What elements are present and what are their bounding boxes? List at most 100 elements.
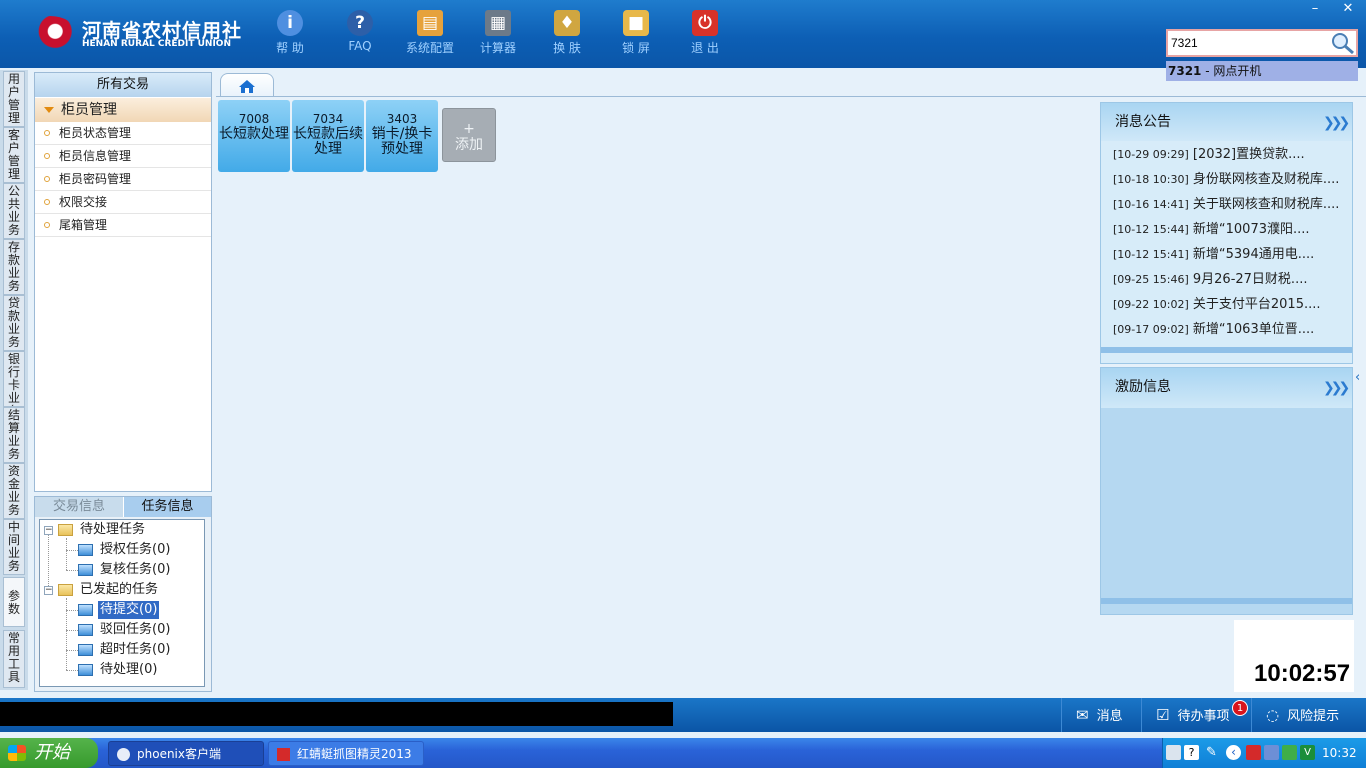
tab-transaction-info[interactable]: 交易信息 (35, 497, 123, 517)
help-icon[interactable]: ? (1184, 745, 1199, 760)
collapse-toggle-icon[interactable]: − (44, 526, 53, 535)
tray-app-icon[interactable] (1246, 745, 1261, 760)
reward-panel: 激励信息 ❯❯❯ (1100, 367, 1353, 615)
transaction-menu-panel: 所有交易 柜员管理 柜员状态管理 柜员信息管理 柜员密码管理 权限交接 尾箱管理 (34, 72, 212, 492)
close-button[interactable]: ✕ (1333, 0, 1363, 18)
notice-panel-header: 消息公告 (1101, 103, 1352, 141)
vtab-intermediary-business[interactable]: 中间业务 (3, 519, 25, 575)
vtab-user-management[interactable]: 用户管理 (3, 71, 25, 127)
help-button[interactable]: i 帮 助 (260, 8, 320, 64)
quick-tile-3403[interactable]: 3403 销卡/换卡预处理 (366, 100, 438, 172)
windows-logo-icon (8, 745, 26, 761)
tree-node-pending-tasks[interactable]: 待处理任务 (58, 521, 147, 539)
minimize-button[interactable]: – (1300, 0, 1330, 18)
bullet-icon (44, 176, 50, 182)
notice-item[interactable]: [09-25 15:46] 9月26-27日财税.... (1113, 270, 1351, 290)
vtab-public-business[interactable]: 公共业务 (3, 183, 25, 239)
notice-item[interactable]: [10-29 09:29] [2032]置换贷款.... (1113, 145, 1351, 165)
menu-item-teller-info[interactable]: 柜员信息管理 (35, 145, 211, 168)
tree-node-review-tasks[interactable]: 复核任务(0) (78, 561, 172, 579)
shirt-icon: ♦ (554, 10, 580, 36)
quick-tile-7008[interactable]: 7008 长短款处理 (218, 100, 290, 172)
taskbar-item-phoenix[interactable]: phoenix客户端 (108, 741, 264, 766)
faq-button[interactable]: ? FAQ (330, 8, 390, 64)
quick-tile-7034[interactable]: 7034 长短款后续处理 (292, 100, 364, 172)
add-tile-button[interactable]: + 添加 (442, 108, 496, 162)
change-skin-button[interactable]: ♦ 换 肤 (537, 8, 597, 64)
expand-tray-icon[interactable]: ‹ (1226, 745, 1241, 760)
checkbox-icon: ☑ (1156, 706, 1170, 724)
vtab-deposit-business[interactable]: 存款业务 (3, 239, 25, 295)
calculator-button[interactable]: ▦ 计算器 (468, 8, 528, 64)
task-icon (78, 544, 93, 556)
system-config-button[interactable]: ▤ 系统配置 (400, 8, 460, 64)
search-suggestion[interactable]: 7321 - 网点开机 (1166, 61, 1358, 81)
toolbox-icon: ▤ (417, 10, 443, 36)
home-tab[interactable] (220, 73, 274, 97)
more-chevron-icon[interactable]: ❯❯❯ (1323, 115, 1350, 131)
app-header: 河南省农村信用社 HENAN RURAL CREDIT UNION i 帮 助 … (0, 0, 1366, 68)
menu-item-teller-status[interactable]: 柜员状态管理 (35, 122, 211, 145)
antivirus-icon[interactable]: V (1300, 745, 1315, 760)
menu-group-teller-management[interactable]: 柜员管理 (35, 98, 211, 122)
tree-node-rejected-tasks[interactable]: 驳回任务(0) (78, 621, 172, 639)
faq-icon: ? (347, 10, 373, 36)
logo-mark-icon (24, 16, 76, 50)
tile-code: 7008 (238, 112, 270, 126)
suggestion-text: - 网点开机 (1201, 64, 1262, 78)
tab-task-info[interactable]: 任务信息 (123, 497, 211, 517)
tree-node-initiated-tasks[interactable]: 已发起的任务 (58, 581, 160, 599)
more-chevron-icon[interactable]: ❯❯❯ (1323, 380, 1350, 396)
expand-arrow-icon (44, 107, 54, 113)
vtab-loan-business[interactable]: 贷款业务 (3, 295, 25, 351)
menu-item-tail-box[interactable]: 尾箱管理 (35, 214, 211, 237)
vtab-card-business[interactable]: 银行卡业务 (3, 351, 25, 407)
bullet-icon (44, 130, 50, 136)
app-icon (117, 748, 130, 761)
messages-button[interactable]: ✉ 消息 (1061, 698, 1141, 732)
notice-item[interactable]: [10-12 15:44] 新增“10073濮阳.... (1113, 220, 1351, 240)
task-icon (78, 644, 93, 656)
vtab-fund-business[interactable]: 资金业务 (3, 463, 25, 519)
taskbar-clock[interactable]: 10:32 (1322, 738, 1357, 768)
app-icon (277, 748, 290, 761)
tree-node-to-process[interactable]: 待处理(0) (78, 661, 159, 679)
tree-node-auth-tasks[interactable]: 授权任务(0) (78, 541, 172, 559)
bullet-icon (44, 222, 50, 228)
collapse-toggle-icon[interactable]: − (44, 586, 53, 595)
notice-item[interactable]: [10-18 10:30] 身份联网核查及财税库.... (1113, 170, 1351, 190)
vtab-customer-management[interactable]: 客户管理 (3, 127, 25, 183)
task-panel: 交易信息 任务信息 − − 待处理任务 授权任务(0) 复核任务(0) 已发起的… (34, 496, 212, 692)
reward-panel-header: 激励信息 (1101, 368, 1352, 408)
todo-count-badge: 1 (1232, 700, 1248, 716)
lock-screen-button[interactable]: ■ 锁 屏 (606, 8, 666, 64)
exit-button[interactable]: ⏻ 退 出 (675, 8, 735, 64)
vtab-parameters[interactable]: 参数 (3, 577, 25, 627)
notice-item[interactable]: [10-16 14:41] 关于联网核查和财税库.... (1113, 195, 1351, 215)
risk-alert-button[interactable]: ◌ 风险提示 (1251, 698, 1366, 732)
pen-icon[interactable]: ✎ (1204, 745, 1219, 760)
task-icon (78, 564, 93, 576)
menu-item-permission-handover[interactable]: 权限交接 (35, 191, 211, 214)
security-icon[interactable] (1282, 745, 1297, 760)
collapse-panel-icon[interactable]: ‹ (1355, 370, 1365, 396)
home-icon (239, 80, 255, 93)
tile-code: 7034 (312, 112, 344, 126)
notice-item[interactable]: [09-22 10:02] 关于支付平台2015.... (1113, 295, 1351, 315)
logo-english-name: HENAN RURAL CREDIT UNION (82, 39, 231, 49)
menu-title[interactable]: 所有交易 (35, 73, 211, 97)
power-icon: ⏻ (692, 10, 718, 36)
tree-node-timeout-tasks[interactable]: 超时任务(0) (78, 641, 172, 659)
keyboard-icon[interactable] (1166, 745, 1181, 760)
vtab-settlement-business[interactable]: 结算业务 (3, 407, 25, 463)
network-icon[interactable] (1264, 745, 1279, 760)
notice-item[interactable]: [10-12 15:41] 新增“5394通用电.... (1113, 245, 1351, 265)
taskbar-item-screenshot-tool[interactable]: 红蜻蜓抓图精灵2013 (268, 741, 424, 766)
vtab-common-tools[interactable]: 常用工具 (3, 630, 25, 688)
reward-title: 激励信息 (1115, 379, 1171, 395)
menu-item-teller-password[interactable]: 柜员密码管理 (35, 168, 211, 191)
calculator-icon: ▦ (485, 10, 511, 36)
tree-node-to-submit[interactable]: 待提交(0) (78, 600, 161, 620)
notice-item[interactable]: [09-17 09:02] 新增“1063单位晋.... (1113, 320, 1351, 340)
search-icon[interactable] (1330, 31, 1356, 55)
